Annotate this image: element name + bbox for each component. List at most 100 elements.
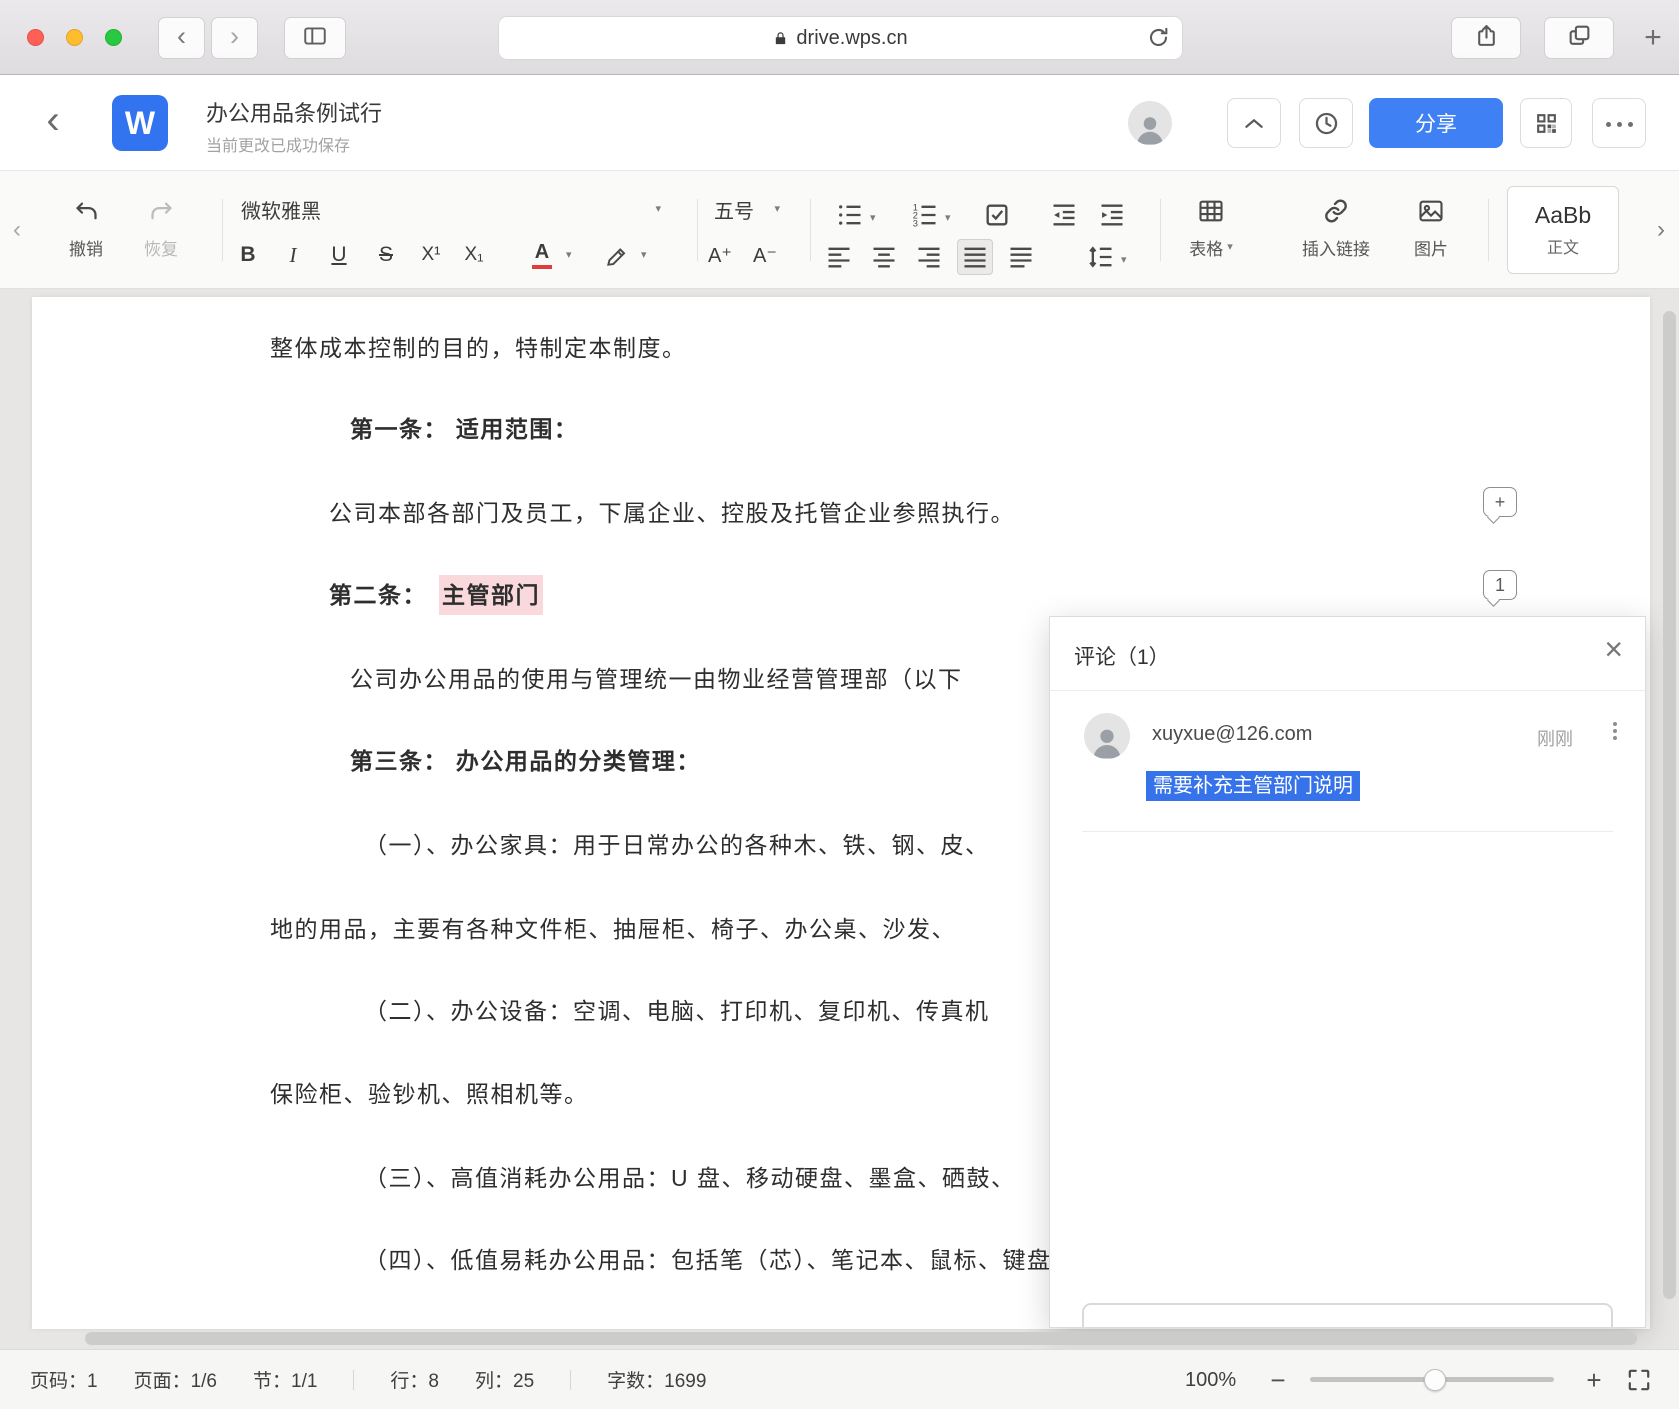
url-bar[interactable]: drive.wps.cn xyxy=(498,16,1183,60)
status-separator xyxy=(570,1369,572,1390)
status-bar: 页码：1 页面：1/6 节：1/1 行：8 列：25 字数：1699 100% … xyxy=(0,1349,1679,1409)
qr-code-button[interactable] xyxy=(1520,98,1572,148)
chevron-down-icon[interactable]: ▾ xyxy=(1121,255,1127,266)
collapse-toolbar-button[interactable] xyxy=(1227,98,1281,148)
increase-font-size-button[interactable]: A⁺ xyxy=(699,235,741,275)
insert-image-button[interactable]: 图片 xyxy=(1398,187,1464,260)
align-right-button[interactable] xyxy=(915,243,943,276)
commented-text-highlight[interactable]: 主管部门 xyxy=(439,575,543,615)
image-icon xyxy=(1417,187,1445,235)
doc-paragraph[interactable]: 第一条： 适用范围： xyxy=(350,410,578,444)
doc-header: ‹ W 办公用品条例试行 当前更改已成功保存 分享 xyxy=(0,75,1679,171)
browser-chrome: ‹ › drive.wps.cn + xyxy=(0,0,1679,75)
doc-paragraph[interactable]: 保险柜、验钞机、照相机等。 xyxy=(270,1075,589,1109)
back-to-drive-button[interactable]: ‹ xyxy=(36,95,70,151)
bullet-list-icon xyxy=(839,205,861,225)
comment-reply-input[interactable] xyxy=(1082,1303,1613,1327)
reload-icon[interactable] xyxy=(1146,25,1171,56)
person-icon xyxy=(1137,117,1163,145)
doc-paragraph[interactable]: 地的用品，主要有各种文件柜、抽屉柜、椅子、办公桌、沙发、 xyxy=(270,910,956,944)
user-avatar[interactable] xyxy=(1128,101,1172,145)
checklist-button[interactable] xyxy=(983,201,1011,234)
line-spacing-button[interactable] xyxy=(1087,243,1115,276)
doc-paragraph[interactable]: （四）、低值易耗办公用品：包括笔（芯）、笔记本、鼠标、键盘 xyxy=(364,1241,1052,1275)
italic-button[interactable]: I xyxy=(274,235,312,275)
chevron-down-icon[interactable]: ▾ xyxy=(870,213,876,224)
font-size-value: 五号 xyxy=(714,200,754,223)
decrease-font-size-button[interactable]: A⁻ xyxy=(744,235,786,275)
comment-menu-kebab-icon[interactable] xyxy=(1613,719,1617,743)
insert-link-button[interactable]: 插入链接 xyxy=(1288,187,1384,260)
doc-paragraph[interactable]: 公司本部各部门及员工，下属企业、控股及托管企业参照执行。 xyxy=(329,494,1015,528)
more-options-button[interactable] xyxy=(1592,98,1646,148)
doc-paragraph[interactable]: 第二条： 主管部门 xyxy=(329,575,543,615)
font-color-button[interactable]: A xyxy=(523,235,561,275)
redo-button[interactable]: 恢复 xyxy=(129,187,193,260)
chevron-right-icon: › xyxy=(1657,216,1665,243)
highlight-color-button[interactable] xyxy=(598,237,636,275)
close-icon[interactable]: × xyxy=(1604,633,1623,665)
doc-paragraph[interactable]: 第三条： 办公用品的分类管理： xyxy=(350,742,701,776)
subscript-button[interactable]: X₁ xyxy=(453,235,495,275)
status-page-of: 页面：1/6 xyxy=(133,1371,217,1392)
increase-indent-button[interactable] xyxy=(1098,201,1126,234)
history-button[interactable] xyxy=(1299,98,1353,148)
toolbar-scroll-left-button[interactable]: ‹ xyxy=(6,213,28,247)
browser-forward-button[interactable]: › xyxy=(211,17,258,59)
style-sample: AaBb xyxy=(1534,202,1592,228)
numbered-list-icon: 123 xyxy=(913,202,936,229)
doc-paragraph[interactable]: （一）、办公家具：用于日常办公的各种木、铁、钢、皮、 xyxy=(364,826,990,860)
toolbar-separator xyxy=(1488,199,1489,261)
align-left-button[interactable] xyxy=(825,243,853,276)
distribute-align-button[interactable] xyxy=(1007,243,1035,276)
numbered-list-button[interactable]: 123 xyxy=(911,201,939,234)
new-tab-button[interactable]: + xyxy=(1630,17,1676,59)
fullscreen-button[interactable] xyxy=(1624,1365,1654,1395)
chevron-up-icon xyxy=(1245,118,1263,128)
sidebar-toggle-button[interactable] xyxy=(284,17,346,59)
plus-icon: + xyxy=(1586,1365,1602,1395)
align-center-button[interactable] xyxy=(870,243,898,276)
tabs-icon xyxy=(1567,23,1592,53)
superscript-button[interactable]: X¹ xyxy=(410,235,452,275)
toolbar-scroll-right-button[interactable]: › xyxy=(1650,213,1672,247)
zoom-in-button[interactable]: + xyxy=(1578,1364,1610,1396)
share-button[interactable]: 分享 xyxy=(1369,98,1503,148)
bold-button[interactable]: B xyxy=(229,235,267,275)
underline-button[interactable]: U xyxy=(320,235,358,275)
align-justify-button[interactable] xyxy=(957,239,993,275)
doc-paragraph[interactable]: 整体成本控制的目的，特制定本制度。 xyxy=(270,329,687,363)
zoom-level[interactable]: 100% xyxy=(1185,1369,1236,1392)
underline-label: U xyxy=(331,243,347,266)
doc-paragraph[interactable]: 公司办公用品的使用与管理统一由物业经营管理部（以下 xyxy=(350,660,963,694)
font-name-select[interactable]: 微软雅黑 ▾ xyxy=(241,193,661,225)
zoom-window-button[interactable] xyxy=(105,29,122,46)
zoom-out-button[interactable]: − xyxy=(1262,1364,1294,1396)
share-page-button[interactable] xyxy=(1451,17,1521,59)
add-comment-marker[interactable]: + xyxy=(1483,487,1517,517)
comment-count-marker[interactable]: 1 xyxy=(1483,570,1517,600)
horizontal-scrollbar-thumb[interactable] xyxy=(85,1332,1637,1345)
zoom-slider-thumb[interactable] xyxy=(1424,1369,1446,1391)
undo-button[interactable]: 撤销 xyxy=(54,187,118,260)
chevron-down-icon[interactable]: ▾ xyxy=(945,213,951,224)
doc-paragraph[interactable]: （二）、办公设备：空调、电脑、打印机、复印机、传真机 xyxy=(364,992,990,1026)
vertical-scrollbar-thumb[interactable] xyxy=(1663,311,1676,1299)
bullet-list-button[interactable] xyxy=(836,201,864,234)
paragraph-style-button[interactable]: AaBb 正文 xyxy=(1507,186,1619,274)
table-icon xyxy=(1197,187,1225,235)
insert-table-button[interactable]: 表格 ▾ xyxy=(1176,187,1246,260)
comment-text-selected[interactable]: 需要补充主管部门说明 xyxy=(1146,771,1360,801)
strikethrough-button[interactable]: S xyxy=(367,235,405,275)
chevron-down-icon[interactable]: ▾ xyxy=(566,250,572,261)
close-window-button[interactable] xyxy=(27,29,44,46)
logo-letter: W xyxy=(124,104,156,141)
decrease-indent-button[interactable] xyxy=(1050,201,1078,234)
font-size-select[interactable]: 五号 ▾ xyxy=(714,193,780,225)
more-dots-icon xyxy=(1603,114,1636,132)
minimize-window-button[interactable] xyxy=(66,29,83,46)
doc-paragraph[interactable]: （三）、高值消耗办公用品：U 盘、移动硬盘、墨盒、硒鼓、 xyxy=(364,1159,1016,1193)
browser-back-button[interactable]: ‹ xyxy=(158,17,205,59)
chevron-down-icon[interactable]: ▾ xyxy=(641,250,647,261)
show-tabs-button[interactable] xyxy=(1544,17,1614,59)
